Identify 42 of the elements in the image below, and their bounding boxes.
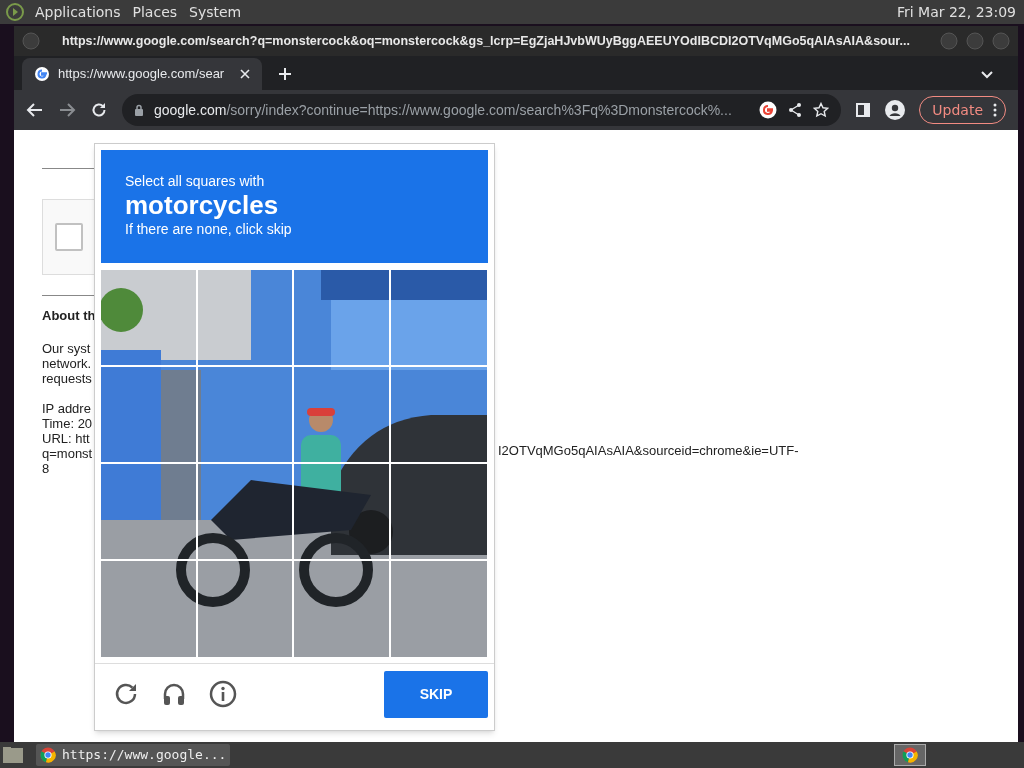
google-icon — [34, 66, 50, 82]
clock: Fri Mar 22, 23:09 — [896, 2, 1016, 22]
info-icon[interactable] — [209, 680, 237, 708]
panel-menu[interactable]: System — [188, 1, 243, 23]
paragraph-text: Our syst — [42, 340, 91, 356]
skip-button[interactable]: SKIP — [384, 670, 488, 718]
detail-text: URL: htt — [42, 430, 90, 446]
checkbox[interactable] — [55, 223, 83, 251]
workspace-switcher[interactable] — [894, 744, 926, 766]
detail-text: Time: 20 — [42, 415, 93, 431]
profile-icon[interactable] — [885, 100, 906, 120]
forward-icon[interactable] — [58, 101, 76, 119]
menu-icon[interactable] — [6, 3, 24, 21]
new-tab-icon[interactable] — [278, 67, 292, 81]
panel-menu[interactable]: Places — [131, 1, 179, 23]
detail-text: 8 — [42, 460, 50, 476]
url-text: I2OTVqMGo5qAIAsAIA&sourceid=chrome&ie=UTF- — [498, 442, 799, 460]
detail-text: IP addre — [42, 400, 91, 416]
lock-icon[interactable] — [134, 104, 144, 116]
paragraph-text: requests — [42, 370, 92, 386]
show-desktop-icon[interactable] — [2, 745, 24, 765]
star-icon[interactable] — [813, 102, 830, 118]
paragraph-text: network. — [42, 355, 92, 371]
instruction-text: Select all squares with — [125, 172, 265, 190]
chrome-icon — [40, 747, 56, 763]
hint-text: If there are none, click skip — [125, 220, 292, 238]
side-panel-icon[interactable] — [855, 102, 872, 118]
target-text: motorcycles — [125, 190, 279, 220]
share-icon[interactable] — [787, 102, 804, 118]
taskbar-item[interactable]: https://www.google... — [36, 744, 231, 766]
browser-tab[interactable]: https://www.google.com/sear — [22, 58, 262, 90]
chrome-icon — [902, 747, 918, 763]
back-icon[interactable] — [26, 101, 44, 119]
window-title: https://www.google.com/search?q=monstercock&oq=monstercock&gs_lcrp=EgZjaHJvbWUyBggAEEUYOdIBCDI2OTVqMGo5qAIAsAIA&sour... — [61, 32, 911, 50]
tab-title: https://www.google.com/sear — [58, 65, 226, 84]
google-icon[interactable] — [759, 101, 778, 119]
panel-menu[interactable]: Applications — [34, 1, 122, 23]
reload-icon[interactable] — [90, 101, 108, 119]
detail-text: q=monst — [42, 445, 93, 461]
more-icon[interactable] — [993, 103, 997, 117]
reload-icon[interactable] — [113, 681, 139, 707]
headphones-icon[interactable] — [161, 681, 187, 707]
